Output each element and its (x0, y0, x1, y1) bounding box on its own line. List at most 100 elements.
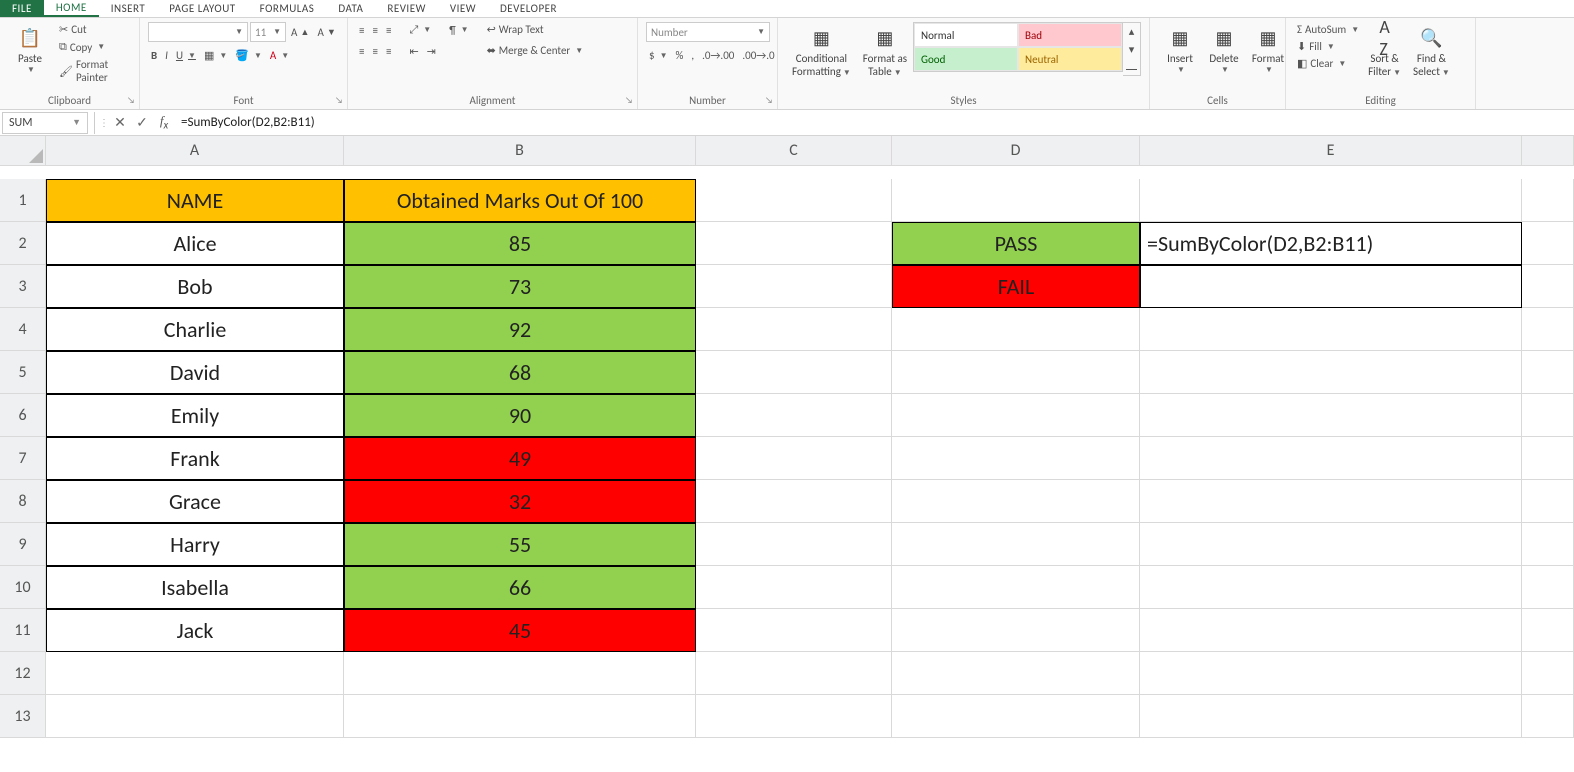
cancel-formula-button[interactable]: ✕ (109, 112, 131, 134)
col-header-e[interactable]: E (1140, 136, 1522, 166)
tab-view[interactable]: VIEW (438, 0, 488, 17)
cell[interactable] (1140, 652, 1522, 695)
conditional-formatting-button[interactable]: ▦ Conditional Formatting▼ (786, 22, 857, 80)
underline-button[interactable]: U▼ (173, 48, 199, 63)
insert-function-button[interactable]: fx (153, 112, 175, 134)
sort-filter-button[interactable]: AZSort &Filter▼ (1362, 22, 1407, 80)
tab-home[interactable]: HOME (44, 0, 99, 17)
cell[interactable] (892, 394, 1140, 437)
row-header[interactable]: 8 (0, 480, 46, 523)
cell-b3[interactable]: 73 (344, 265, 696, 308)
cell[interactable] (1140, 523, 1522, 566)
col-header-d[interactable]: D (892, 136, 1140, 166)
find-select-button[interactable]: 🔍Find &Select▼ (1407, 22, 1456, 80)
align-center-button[interactable]: ≡ (369, 44, 380, 59)
cell[interactable] (696, 566, 892, 609)
cell-d4[interactable] (892, 308, 1140, 351)
cell[interactable] (46, 652, 344, 695)
cell[interactable] (696, 351, 892, 394)
merge-center-button[interactable]: ⬌Merge & Center▼ (484, 43, 587, 58)
cell-d1[interactable] (892, 179, 1140, 222)
decrease-font-button[interactable]: A▼ (314, 25, 338, 40)
col-header-next[interactable] (1522, 136, 1574, 166)
cell-b1[interactable]: Obtained Marks Out Of 100 (344, 179, 696, 222)
cell-a8[interactable]: Grace (46, 480, 344, 523)
cell-a10[interactable]: Isabella (46, 566, 344, 609)
cell[interactable] (696, 695, 892, 738)
cell[interactable] (892, 695, 1140, 738)
cell[interactable] (1140, 566, 1522, 609)
accounting-button[interactable]: $▼ (646, 48, 671, 63)
cell-d3[interactable]: FAIL (892, 265, 1140, 308)
row-header[interactable]: 1 (0, 179, 46, 222)
cell[interactable] (892, 609, 1140, 652)
cell-e4[interactable] (1140, 308, 1522, 351)
col-header-a[interactable]: A (46, 136, 344, 166)
row-header[interactable]: 7 (0, 437, 46, 480)
align-left-button[interactable]: ≡ (356, 44, 367, 59)
cell[interactable] (892, 437, 1140, 480)
font-family-combo[interactable]: ▼ (148, 22, 248, 42)
cell-a6[interactable]: Emily (46, 394, 344, 437)
cell-b5[interactable]: 68 (344, 351, 696, 394)
cell-e3[interactable] (1140, 265, 1522, 308)
tab-data[interactable]: DATA (326, 0, 375, 17)
increase-decimal-button[interactable]: .0→.00 (699, 48, 737, 63)
gallery-more-button[interactable]: ⎼ (1123, 59, 1140, 75)
cell[interactable] (1522, 351, 1574, 394)
cell-a5[interactable]: David (46, 351, 344, 394)
formula-input[interactable] (175, 112, 1574, 134)
row-header[interactable]: 2 (0, 222, 46, 265)
font-launcher[interactable]: ↘ (333, 95, 345, 107)
cell[interactable] (1522, 437, 1574, 480)
cell[interactable] (1140, 394, 1522, 437)
cell-a2[interactable]: Alice (46, 222, 344, 265)
cell[interactable] (46, 695, 344, 738)
tab-file[interactable]: FILE (0, 0, 44, 17)
cell-e2[interactable]: =SumByColor(D2,B2:B11) (1140, 222, 1522, 265)
format-as-table-button[interactable]: ▦ Format as Table▼ (857, 22, 913, 80)
row-header[interactable]: 12 (0, 652, 46, 695)
cell-b11[interactable]: 45 (344, 609, 696, 652)
align-right-button[interactable]: ≡ (383, 44, 394, 59)
cell[interactable] (1522, 222, 1574, 265)
cell[interactable] (892, 652, 1140, 695)
select-all-button[interactable] (0, 136, 46, 166)
number-format-combo[interactable]: Number▼ (646, 22, 770, 42)
row-header[interactable]: 10 (0, 566, 46, 609)
name-box[interactable]: SUM▼ (2, 112, 88, 134)
style-good[interactable]: Good (914, 47, 1018, 71)
cell[interactable] (344, 652, 696, 695)
style-neutral[interactable]: Neutral (1018, 47, 1122, 71)
row-header[interactable]: 6 (0, 394, 46, 437)
tab-insert[interactable]: INSERT (99, 0, 158, 17)
col-header-c[interactable]: C (696, 136, 892, 166)
cell-b4[interactable]: 92 (344, 308, 696, 351)
copy-button[interactable]: ⧉Copy▼ (56, 39, 131, 55)
style-normal[interactable]: Normal (914, 23, 1018, 47)
gallery-up-button[interactable]: ▴ (1123, 23, 1140, 39)
cell-c2[interactable] (696, 222, 892, 265)
row-header[interactable]: 9 (0, 523, 46, 566)
cell-c4[interactable] (696, 308, 892, 351)
cell[interactable] (1140, 609, 1522, 652)
format-cells-button[interactable]: ▦Format▼ (1246, 22, 1290, 77)
row-header[interactable]: 11 (0, 609, 46, 652)
style-bad[interactable]: Bad (1018, 23, 1122, 47)
tab-page-layout[interactable]: PAGE LAYOUT (157, 0, 247, 17)
gallery-down-button[interactable]: ▾ (1123, 41, 1140, 57)
cell[interactable] (1140, 437, 1522, 480)
cell[interactable] (696, 609, 892, 652)
cell-a1[interactable]: NAME (46, 179, 344, 222)
cell-b2[interactable]: 85 (344, 222, 696, 265)
insert-cells-button[interactable]: ▦Insert▼ (1158, 22, 1202, 77)
format-painter-button[interactable]: 🖌Format Painter (56, 57, 131, 85)
fill-button[interactable]: ⬇Fill▼ (1294, 39, 1362, 54)
cell-a3[interactable]: Bob (46, 265, 344, 308)
cell[interactable] (1140, 351, 1522, 394)
wrap-text-button[interactable]: ↩Wrap Text (484, 22, 587, 37)
text-direction-button[interactable]: ¶▼ (446, 23, 471, 38)
number-launcher[interactable]: ↘ (763, 95, 775, 107)
delete-cells-button[interactable]: ▦Delete▼ (1202, 22, 1246, 77)
cell-b6[interactable]: 90 (344, 394, 696, 437)
